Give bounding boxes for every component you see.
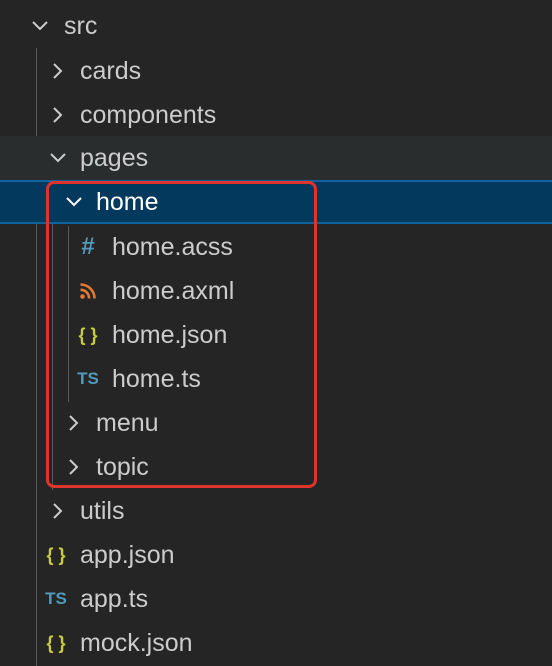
tree-item-utils[interactable]: utils <box>0 489 552 533</box>
tree-item-label: mock.json <box>80 629 193 657</box>
chevron-right-icon[interactable] <box>46 93 70 137</box>
chevron-right-icon[interactable] <box>46 489 70 533</box>
tree-item-mock-json[interactable]: { } mock.json <box>0 621 552 665</box>
tree-item-cards[interactable]: cards <box>0 49 552 93</box>
tree-item-components[interactable]: components <box>0 93 552 137</box>
tree-item-app-ts[interactable]: TS app.ts <box>0 577 552 621</box>
ts-icon: TS <box>45 589 67 608</box>
tree-item-label: components <box>80 101 217 129</box>
chevron-right-icon[interactable] <box>46 49 70 93</box>
tree-item-home[interactable]: home <box>0 180 552 224</box>
tree-item-label: home.ts <box>112 365 201 393</box>
tree-item-label: topic <box>96 453 149 481</box>
tree-item-app-json[interactable]: { } app.json <box>0 533 552 577</box>
tree-item-home-json[interactable]: { } home.json <box>0 313 552 357</box>
rss-icon <box>74 269 102 313</box>
braces-icon: { } <box>46 545 66 565</box>
tree-item-label: menu <box>96 409 159 437</box>
tree-item-label: pages <box>80 144 149 172</box>
braces-icon: { } <box>78 325 98 345</box>
tree-item-label: home.json <box>112 321 228 349</box>
hash-icon: # <box>81 233 95 260</box>
tree-item-src[interactable]: src <box>0 4 552 48</box>
tree-item-menu[interactable]: menu <box>0 401 552 445</box>
chevron-down-icon[interactable] <box>28 4 52 48</box>
tree-item-home-axml[interactable]: home.axml <box>0 269 552 313</box>
chevron-right-icon[interactable] <box>62 401 86 445</box>
tree-item-label: home.axml <box>112 277 235 305</box>
tree-item-label: home.acss <box>112 233 233 261</box>
tree-item-pages[interactable]: pages <box>0 136 552 180</box>
tree-item-label: app.json <box>80 541 175 569</box>
tree-item-topic[interactable]: topic <box>0 445 552 489</box>
file-explorer-tree: src cards components pages home # home.a… <box>0 0 552 666</box>
tree-item-label: home <box>96 188 159 216</box>
tree-item-label: src <box>64 12 98 40</box>
tree-item-home-acss[interactable]: # home.acss <box>0 225 552 269</box>
ts-icon: TS <box>77 369 99 388</box>
tree-item-label: cards <box>80 57 142 85</box>
chevron-down-icon[interactable] <box>62 180 86 224</box>
tree-item-home-ts[interactable]: TS home.ts <box>0 357 552 401</box>
tree-item-label: utils <box>80 497 125 525</box>
chevron-right-icon[interactable] <box>62 445 86 489</box>
chevron-down-icon[interactable] <box>46 136 70 180</box>
tree-item-label: app.ts <box>80 585 149 613</box>
braces-icon: { } <box>46 633 66 653</box>
